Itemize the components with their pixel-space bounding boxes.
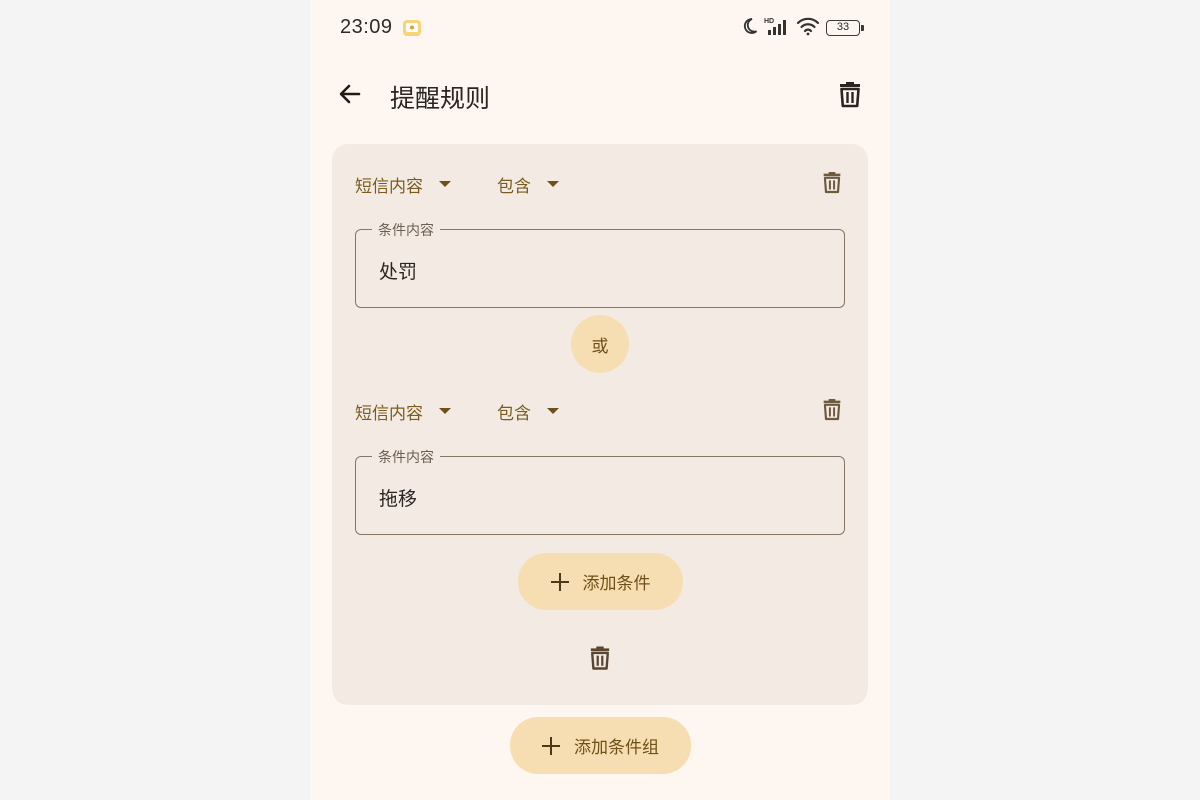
status-time: 23:09 bbox=[340, 16, 393, 38]
page-title: 提醒规则 bbox=[390, 84, 491, 113]
field-value: 处罚 bbox=[379, 261, 418, 283]
operator-dropdown-label: 包含 bbox=[497, 176, 531, 197]
app-bar: 提醒规则 bbox=[310, 64, 890, 128]
svg-text:HD: HD bbox=[764, 18, 774, 25]
arrow-left-icon bbox=[337, 81, 363, 111]
trash-icon bbox=[838, 80, 862, 112]
condition-row: 短信内容 包含 bbox=[332, 391, 868, 431]
field-dropdown[interactable]: 短信内容 bbox=[355, 399, 451, 424]
status-bar: 23:09 HD 33 bbox=[310, 0, 890, 56]
operator-dropdown-label: 包含 bbox=[497, 403, 531, 424]
condition-content-field[interactable]: 条件内容 处罚 bbox=[355, 220, 845, 308]
delete-rule-button[interactable] bbox=[830, 78, 870, 114]
add-condition-label: 添加条件 bbox=[582, 574, 651, 594]
delete-group-button[interactable] bbox=[584, 642, 616, 676]
or-connector-chip[interactable]: 或 bbox=[571, 315, 629, 373]
trash-icon bbox=[822, 397, 842, 425]
add-condition-button[interactable]: 添加条件 bbox=[518, 553, 683, 610]
field-value: 拖移 bbox=[379, 488, 418, 510]
notification-app-icon bbox=[402, 18, 422, 38]
caret-down-icon bbox=[547, 181, 559, 187]
status-icons: HD 33 bbox=[740, 16, 864, 40]
hd-signal-icon: HD bbox=[764, 16, 790, 40]
condition-row: 短信内容 包含 bbox=[332, 164, 868, 204]
condition-content-field[interactable]: 条件内容 拖移 bbox=[355, 447, 845, 535]
field-dropdown-label: 短信内容 bbox=[355, 403, 423, 424]
add-group-label: 添加条件组 bbox=[574, 738, 659, 758]
field-dropdown-label: 短信内容 bbox=[355, 176, 423, 197]
phone-screen: 23:09 HD 33 提醒规则 短信内容 包含 条件内容 处罚 或 短信内容 … bbox=[310, 0, 890, 800]
delete-condition-button[interactable] bbox=[818, 397, 846, 425]
operator-dropdown[interactable]: 包含 bbox=[497, 172, 559, 197]
delete-condition-button[interactable] bbox=[818, 170, 846, 198]
add-condition-group-button[interactable]: 添加条件组 bbox=[510, 717, 691, 774]
caret-down-icon bbox=[547, 408, 559, 414]
caret-down-icon bbox=[439, 408, 451, 414]
operator-dropdown[interactable]: 包含 bbox=[497, 399, 559, 424]
caret-down-icon bbox=[439, 181, 451, 187]
wifi-icon bbox=[796, 16, 820, 40]
field-label: 条件内容 bbox=[372, 447, 440, 467]
trash-icon bbox=[822, 170, 842, 198]
field-label: 条件内容 bbox=[372, 220, 440, 240]
battery-icon: 33 bbox=[826, 20, 864, 36]
field-dropdown[interactable]: 短信内容 bbox=[355, 172, 451, 197]
trash-icon bbox=[589, 644, 611, 675]
back-button[interactable] bbox=[332, 78, 368, 114]
plus-icon bbox=[550, 572, 569, 591]
moon-icon bbox=[740, 17, 758, 39]
plus-icon bbox=[542, 736, 560, 755]
condition-group-card: 短信内容 包含 条件内容 处罚 或 短信内容 包含 条件内容 拖移 添加条件 bbox=[332, 144, 868, 705]
